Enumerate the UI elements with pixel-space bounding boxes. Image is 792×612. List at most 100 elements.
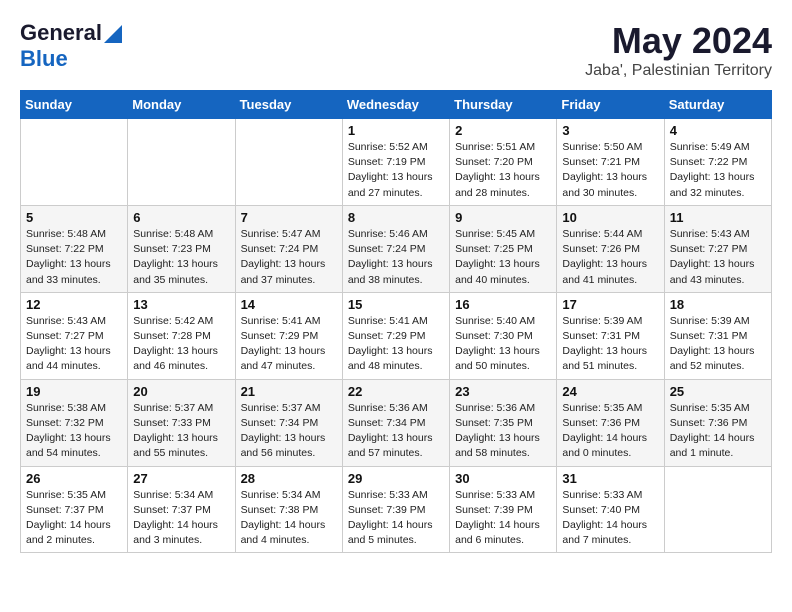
calendar-cell: 15Sunrise: 5:41 AM Sunset: 7:29 PM Dayli…: [342, 292, 449, 379]
day-number: 5: [26, 210, 122, 225]
day-info: Sunrise: 5:42 AM Sunset: 7:28 PM Dayligh…: [133, 314, 229, 375]
calendar-cell: 5 Sunrise: 5:48 AM Sunset: 7:22 PM Daylig…: [21, 205, 128, 292]
calendar-cell: 27 Sunrise: 5:34 AM Sunset: 7:37 PM Dayli…: [128, 466, 235, 553]
day-number: 27: [133, 471, 229, 486]
day-number: 18: [670, 297, 766, 312]
calendar-week-row: 12 Sunrise: 5:43 AM Sunset: 7:27 PM Dayli…: [21, 292, 772, 379]
day-info: Sunrise: 5:35 AM Sunset: 7:37 PM Dayligh…: [26, 488, 122, 549]
day-info: Sunrise: 5:34 AM Sunset: 7:37 PM Dayligh…: [133, 488, 229, 549]
day-info: Sunrise: 5:33 AM Sunset: 7:39 PM Dayligh…: [455, 488, 551, 549]
day-info: Sunrise: 5:36 AM Sunset: 7:34 PM Dayligh…: [348, 401, 444, 462]
header-cell-thursday: Thursday: [450, 91, 557, 119]
calendar-cell: 26 Sunrise: 5:35 AM Sunset: 7:37 PM Dayli…: [21, 466, 128, 553]
header-cell-wednesday: Wednesday: [342, 91, 449, 119]
calendar-cell: 6 Sunrise: 5:48 AM Sunset: 7:23 PM Daylig…: [128, 205, 235, 292]
day-number: 2: [455, 123, 551, 138]
day-number: 22: [348, 384, 444, 399]
day-number: 12: [26, 297, 122, 312]
calendar-cell: 16 Sunrise: 5:40 AM Sunset: 7:30 PM Dayli…: [450, 292, 557, 379]
day-info: Sunrise: 5:38 AM Sunset: 7:32 PM Dayligh…: [26, 401, 122, 462]
title-block: May 2024 Jaba', Palestinian Territory: [585, 20, 772, 80]
day-info: Sunrise: 5:35 AM Sunset: 7:36 PM Dayligh…: [562, 401, 658, 462]
day-number: 16: [455, 297, 551, 312]
calendar-cell: 12 Sunrise: 5:43 AM Sunset: 7:27 PM Dayli…: [21, 292, 128, 379]
day-info: Sunrise: 5:33 AM Sunset: 7:40 PM Dayligh…: [562, 488, 658, 549]
calendar-week-row: 5 Sunrise: 5:48 AM Sunset: 7:22 PM Daylig…: [21, 205, 772, 292]
day-number: 14: [241, 297, 337, 312]
calendar-cell: [235, 119, 342, 206]
logo-triangle-icon: [104, 25, 122, 43]
calendar-week-row: 1Sunrise: 5:52 AM Sunset: 7:19 PM Daylig…: [21, 119, 772, 206]
day-info: Sunrise: 5:36 AM Sunset: 7:35 PM Dayligh…: [455, 401, 551, 462]
calendar-cell: 18 Sunrise: 5:39 AM Sunset: 7:31 PM Dayli…: [664, 292, 771, 379]
day-number: 20: [133, 384, 229, 399]
day-number: 30: [455, 471, 551, 486]
header-row: SundayMondayTuesdayWednesdayThursdayFrid…: [21, 91, 772, 119]
header-cell-monday: Monday: [128, 91, 235, 119]
day-number: 17: [562, 297, 658, 312]
day-number: 31: [562, 471, 658, 486]
day-number: 21: [241, 384, 337, 399]
day-number: 29: [348, 471, 444, 486]
day-number: 13: [133, 297, 229, 312]
day-info: Sunrise: 5:48 AM Sunset: 7:22 PM Dayligh…: [26, 227, 122, 288]
calendar-cell: 7 Sunrise: 5:47 AM Sunset: 7:24 PM Daylig…: [235, 205, 342, 292]
day-number: 3: [562, 123, 658, 138]
calendar-cell: [21, 119, 128, 206]
calendar-cell: 2 Sunrise: 5:51 AM Sunset: 7:20 PM Daylig…: [450, 119, 557, 206]
calendar-cell: 17 Sunrise: 5:39 AM Sunset: 7:31 PM Dayli…: [557, 292, 664, 379]
calendar-header: SundayMondayTuesdayWednesdayThursdayFrid…: [21, 91, 772, 119]
day-info: Sunrise: 5:41 AM Sunset: 7:29 PM Dayligh…: [348, 314, 444, 375]
day-number: 23: [455, 384, 551, 399]
calendar-cell: 13 Sunrise: 5:42 AM Sunset: 7:28 PM Dayli…: [128, 292, 235, 379]
day-info: Sunrise: 5:33 AM Sunset: 7:39 PM Dayligh…: [348, 488, 444, 549]
day-number: 24: [562, 384, 658, 399]
day-number: 7: [241, 210, 337, 225]
day-info: Sunrise: 5:39 AM Sunset: 7:31 PM Dayligh…: [670, 314, 766, 375]
day-number: 10: [562, 210, 658, 225]
day-number: 1: [348, 123, 444, 138]
day-number: 8: [348, 210, 444, 225]
calendar-cell: 1Sunrise: 5:52 AM Sunset: 7:19 PM Daylig…: [342, 119, 449, 206]
logo-general-text: General: [20, 20, 102, 46]
header-cell-friday: Friday: [557, 91, 664, 119]
day-info: Sunrise: 5:40 AM Sunset: 7:30 PM Dayligh…: [455, 314, 551, 375]
calendar-cell: 23 Sunrise: 5:36 AM Sunset: 7:35 PM Dayli…: [450, 379, 557, 466]
calendar-cell: 21Sunrise: 5:37 AM Sunset: 7:34 PM Dayli…: [235, 379, 342, 466]
calendar-cell: 10Sunrise: 5:44 AM Sunset: 7:26 PM Dayli…: [557, 205, 664, 292]
day-info: Sunrise: 5:37 AM Sunset: 7:33 PM Dayligh…: [133, 401, 229, 462]
logo: General Blue: [20, 20, 122, 72]
day-info: Sunrise: 5:47 AM Sunset: 7:24 PM Dayligh…: [241, 227, 337, 288]
day-number: 4: [670, 123, 766, 138]
day-number: 26: [26, 471, 122, 486]
day-info: Sunrise: 5:46 AM Sunset: 7:24 PM Dayligh…: [348, 227, 444, 288]
calendar-week-row: 26 Sunrise: 5:35 AM Sunset: 7:37 PM Dayli…: [21, 466, 772, 553]
calendar-cell: 20 Sunrise: 5:37 AM Sunset: 7:33 PM Dayli…: [128, 379, 235, 466]
day-info: Sunrise: 5:43 AM Sunset: 7:27 PM Dayligh…: [26, 314, 122, 375]
day-info: Sunrise: 5:48 AM Sunset: 7:23 PM Dayligh…: [133, 227, 229, 288]
day-number: 25: [670, 384, 766, 399]
header-cell-tuesday: Tuesday: [235, 91, 342, 119]
day-number: 6: [133, 210, 229, 225]
day-info: Sunrise: 5:49 AM Sunset: 7:22 PM Dayligh…: [670, 140, 766, 201]
calendar-week-row: 19Sunrise: 5:38 AM Sunset: 7:32 PM Dayli…: [21, 379, 772, 466]
calendar-cell: 9Sunrise: 5:45 AM Sunset: 7:25 PM Daylig…: [450, 205, 557, 292]
day-info: Sunrise: 5:39 AM Sunset: 7:31 PM Dayligh…: [562, 314, 658, 375]
calendar-cell: 11Sunrise: 5:43 AM Sunset: 7:27 PM Dayli…: [664, 205, 771, 292]
location-text: Jaba', Palestinian Territory: [585, 62, 772, 80]
calendar-cell: [664, 466, 771, 553]
calendar-table: SundayMondayTuesdayWednesdayThursdayFrid…: [20, 90, 772, 553]
day-info: Sunrise: 5:50 AM Sunset: 7:21 PM Dayligh…: [562, 140, 658, 201]
page-header: General Blue May 2024 Jaba', Palestinian…: [20, 20, 772, 80]
day-info: Sunrise: 5:51 AM Sunset: 7:20 PM Dayligh…: [455, 140, 551, 201]
calendar-cell: 28Sunrise: 5:34 AM Sunset: 7:38 PM Dayli…: [235, 466, 342, 553]
header-cell-saturday: Saturday: [664, 91, 771, 119]
day-number: 28: [241, 471, 337, 486]
calendar-cell: 19Sunrise: 5:38 AM Sunset: 7:32 PM Dayli…: [21, 379, 128, 466]
header-cell-sunday: Sunday: [21, 91, 128, 119]
calendar-cell: 14Sunrise: 5:41 AM Sunset: 7:29 PM Dayli…: [235, 292, 342, 379]
calendar-cell: 31 Sunrise: 5:33 AM Sunset: 7:40 PM Dayli…: [557, 466, 664, 553]
day-number: 11: [670, 210, 766, 225]
month-title: May 2024: [585, 20, 772, 62]
calendar-body: 1Sunrise: 5:52 AM Sunset: 7:19 PM Daylig…: [21, 119, 772, 553]
